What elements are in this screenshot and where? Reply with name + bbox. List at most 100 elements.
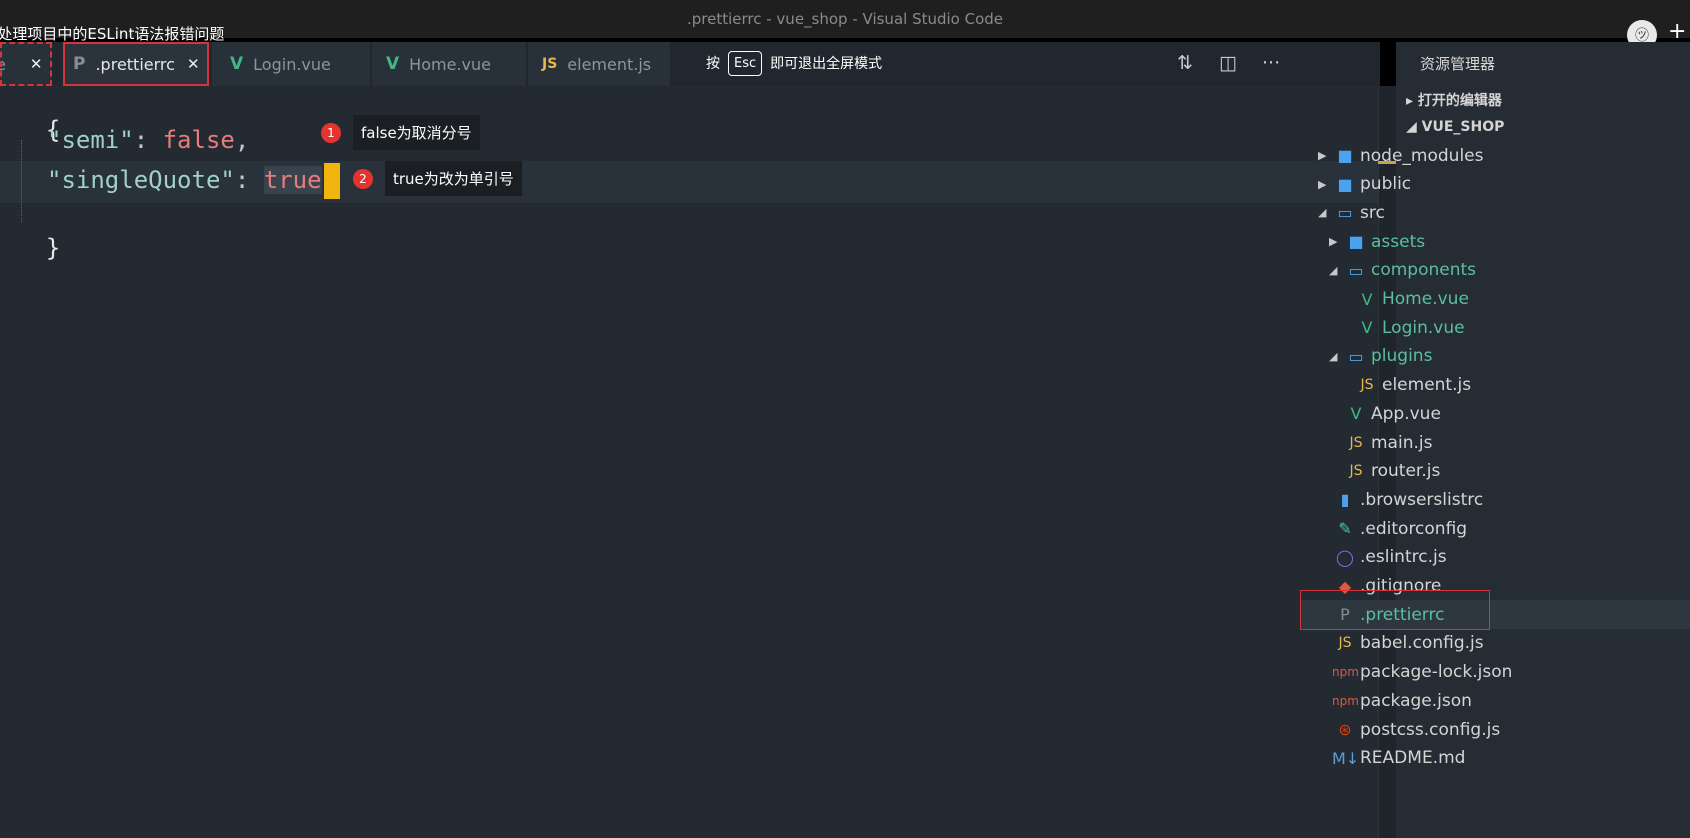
annotation-text: false为取消分号 — [353, 115, 480, 150]
chevron-right-icon[interactable]: ▶ — [1329, 235, 1343, 248]
explorer-title: 资源管理器 — [1420, 55, 1496, 73]
tab-element-js[interactable]: JS element.js — [528, 42, 670, 86]
text-cursor — [323, 163, 340, 199]
tree-item[interactable]: ▮ .browserslistrc — [1318, 485, 1484, 514]
folder-open-icon: ▭ — [1348, 260, 1364, 280]
tree-item[interactable]: V App.vue — [1329, 399, 1441, 428]
tree-item[interactable]: npm package-lock.json — [1318, 658, 1512, 687]
git-compare-icon[interactable]: ⇅ — [1177, 52, 1193, 74]
annotation-text: true为改为单引号 — [385, 161, 522, 196]
tree-item[interactable]: ▶ ■ node_modules — [1318, 141, 1484, 170]
tree-item-label: node_modules — [1360, 145, 1484, 166]
plus-icon[interactable]: + — [1668, 19, 1686, 44]
annotation-2: 2 true为改为单引号 — [353, 161, 522, 196]
tree-item[interactable]: JS babel.config.js — [1318, 629, 1484, 658]
tree-item-label: .browserslistrc — [1360, 489, 1484, 510]
tree-item[interactable]: ▶ ■ assets — [1329, 227, 1425, 256]
annotation-highlight-box — [1300, 590, 1490, 630]
tree-item[interactable]: ◢ ▭ src — [1318, 198, 1385, 227]
split-editor-icon[interactable]: ◫ — [1219, 52, 1237, 74]
folder-open-icon: ▭ — [1348, 346, 1364, 366]
vue-icon: V — [386, 54, 400, 74]
section-label: VUE_SHOP — [1421, 119, 1505, 135]
js-icon: JS — [1349, 434, 1363, 451]
section-label: 打开的编辑器 — [1417, 93, 1502, 109]
annotation-1: 1 false为取消分号 — [321, 115, 480, 150]
tree-item[interactable]: ✎ .editorconfig — [1318, 514, 1467, 543]
tab-login-vue[interactable]: V Login.vue — [212, 42, 370, 86]
folder-icon: ■ — [1337, 146, 1353, 165]
vue-icon: V — [1361, 289, 1373, 309]
hint-text-before: 按 — [706, 56, 720, 72]
npm-icon: npm — [1332, 693, 1359, 708]
tab-label: element.js — [567, 54, 652, 74]
tab-prettierrc[interactable]: P .prettierrc ✕ — [63, 42, 209, 86]
code-line-3: "singleQuote": true — [47, 163, 340, 199]
tree-item-label: assets — [1371, 231, 1426, 252]
semi-key: "semi" — [47, 126, 134, 154]
tree-item-label: .editorconfig — [1360, 518, 1468, 539]
tab-label: Login.vue — [253, 54, 331, 74]
tree-item-label: router.js — [1371, 461, 1441, 482]
tree-item[interactable]: JS router.js — [1329, 457, 1440, 486]
tree-item[interactable]: ◢ ▭ components — [1329, 256, 1476, 285]
tree-item-label: .eslintrc.js — [1360, 547, 1447, 568]
npm-icon: npm — [1332, 665, 1359, 680]
tab-label: Home.vue — [409, 54, 491, 74]
tab-home-vue[interactable]: V Home.vue — [372, 42, 526, 86]
tab-previous[interactable]: e ✕ — [0, 42, 52, 86]
chevron-right-icon[interactable]: ▶ — [1318, 149, 1332, 162]
chevron-down-icon[interactable]: ◢ — [1329, 350, 1343, 363]
tree-item[interactable]: JS main.js — [1329, 428, 1432, 457]
folder-icon: ■ — [1348, 232, 1364, 252]
folder-icon: ■ — [1337, 174, 1353, 194]
code-line-2: "semi": false, — [47, 126, 250, 154]
more-icon[interactable]: ··· — [1262, 52, 1280, 74]
tree-item-label: public — [1360, 174, 1412, 195]
tree-item[interactable]: ◢ ▭ plugins — [1329, 342, 1432, 371]
editorconfig-icon: ✎ — [1338, 519, 1352, 539]
tree-item-label: element.js — [1382, 375, 1472, 396]
chevron-down-icon[interactable]: ◢ — [1329, 264, 1343, 277]
tree-item-label: plugins — [1371, 346, 1433, 367]
vue-icon: V — [230, 54, 244, 74]
window-title: .prettierrc - vue_shop - Visual Studio C… — [686, 10, 1004, 28]
tree-item[interactable]: npm package.json — [1318, 686, 1472, 715]
tree-item[interactable]: ▶ ■ public — [1318, 170, 1411, 199]
tree-item-label: postcss.config.js — [1360, 719, 1501, 740]
tab-bar: e ✕ P .prettierrc ✕ V Login.vue V Home.v… — [0, 42, 1380, 86]
tree-item[interactable]: V Login.vue — [1340, 313, 1465, 342]
code-line-4: } — [17, 206, 60, 262]
title-bar: .prettierrc - vue_shop - Visual Studio C… — [0, 0, 1690, 50]
fullscreen-hint: 按 Esc 即可退出全屏模式 — [706, 45, 882, 81]
annotation-number: 1 — [321, 122, 341, 143]
tree-item-label: package.json — [1360, 690, 1472, 711]
esc-key: Esc — [728, 50, 763, 76]
single-quote-key: "singleQuote" — [47, 166, 235, 194]
markdown-icon: M↓ — [1332, 748, 1360, 768]
tree-item-label: Login.vue — [1382, 317, 1465, 338]
chevron-right-icon[interactable]: ▶ — [1318, 178, 1332, 191]
js-icon: JS — [542, 56, 558, 72]
tree-item-label: Home.vue — [1382, 289, 1469, 309]
project-section[interactable]: ◢ VUE_SHOP — [1406, 119, 1504, 135]
tree-item[interactable]: V Home.vue — [1340, 285, 1469, 314]
close-icon[interactable]: ✕ — [187, 55, 200, 73]
js-icon: JS — [1338, 635, 1352, 652]
tree-item[interactable]: ⊛ postcss.config.js — [1318, 715, 1500, 744]
postcss-icon: ⊛ — [1338, 720, 1352, 739]
tree-item-label: src — [1360, 202, 1385, 223]
eslint-icon: ◯ — [1336, 547, 1354, 567]
annotation-number: 2 — [353, 168, 373, 189]
tree-item[interactable]: ◯ .eslintrc.js — [1318, 543, 1447, 572]
video-overlay-title: -处理项目中的ESLint语法报错问题 — [0, 25, 225, 43]
tree-item[interactable]: JS element.js — [1340, 371, 1471, 400]
semi-value: false — [162, 126, 235, 154]
open-editors-section[interactable]: ▸ 打开的编辑器 — [1406, 90, 1502, 110]
close-icon[interactable]: ✕ — [30, 55, 43, 73]
tree-item-label: babel.config.js — [1360, 633, 1484, 654]
js-icon: JS — [1349, 463, 1363, 480]
close-brace: } — [45, 234, 61, 262]
chevron-down-icon[interactable]: ◢ — [1318, 206, 1332, 219]
tree-item[interactable]: M↓ README.md — [1318, 744, 1465, 773]
